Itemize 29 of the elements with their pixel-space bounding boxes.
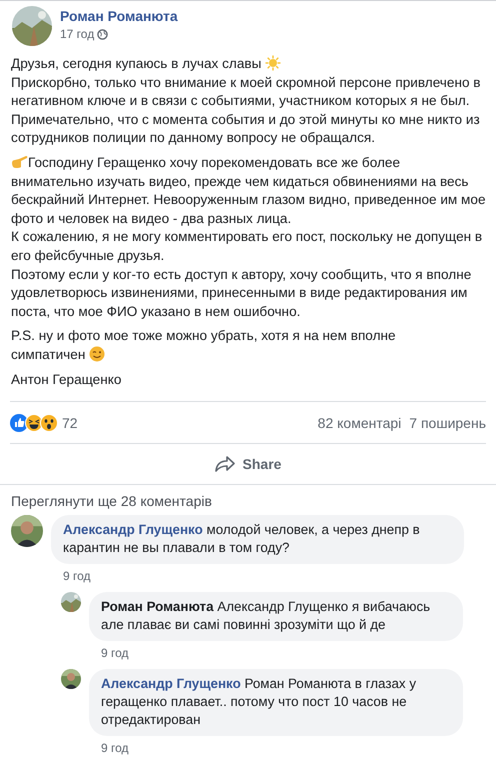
post-time: 17 год bbox=[60, 27, 94, 41]
comment-text: Александр Глущенко Роман Романюта в глазах у геращенко плавает.. потому что пост 10 часов не отредактирован bbox=[101, 675, 418, 730]
post-text: внимательно изучать видео, прежде чем кидаться обвинениями на весь бескрайний Интернет. Невооруженным глазом видно, приведенное им мое фото и человек на видео - два разных лица. bbox=[11, 174, 486, 226]
post-text: Друзья, сегодня купаюсь в лучах славы bbox=[11, 56, 262, 71]
more-comments-link[interactable]: Переглянути ще 28 коментарів bbox=[11, 493, 485, 510]
comment-time: 9 год bbox=[100, 740, 130, 756]
comment-time: 9 год bbox=[62, 568, 92, 584]
post-text: К сожалению, я не могу комментировать его пост, поскольку не допущен в его фейсбучные друзья. bbox=[11, 229, 482, 263]
sun-icon bbox=[265, 55, 282, 71]
pointing-hand-icon bbox=[11, 154, 28, 169]
post-author-link[interactable]: Роман Романюта bbox=[60, 8, 178, 24]
share-arrow-icon bbox=[214, 456, 235, 472]
post-text: Поэтому если у ког-то есть доступ к автору, хочу сообщить, что я вполне удовлетворюсь извинениями, принесенными в виде редактирования им поста, что мое ФИО указано в нем ошибочно. bbox=[11, 266, 472, 319]
shares-count-link[interactable]: 7 поширень bbox=[409, 414, 486, 431]
post-text: Примечательно, что с момента события и до этой минуты ко мне никто из сотрудников полиции по данному вопросу не обращался. bbox=[11, 112, 480, 146]
surprised-face-icon bbox=[40, 414, 58, 432]
comment-time: 9 год bbox=[100, 645, 130, 660]
comments-count-link[interactable]: 82 коментарі bbox=[318, 414, 402, 431]
post-text: Господину Геращенко хочу порекомендовать все же более bbox=[28, 154, 400, 170]
comment-text: Роман Романюта Александр Глущенко я вибачаюсь але плаває ви самі повинні зрозуміти що й де bbox=[101, 598, 432, 634]
post-text: Антон Геращенко bbox=[11, 372, 122, 386]
post-text: P.S. ну и фото мое тоже можно убрать, хотя я на нем вполне bbox=[11, 328, 396, 344]
comment-text: Александр Глущенко молодой человек, а через днепр в карантин не вы плавали в том году? bbox=[63, 521, 421, 558]
share-button[interactable]: Share bbox=[206, 452, 290, 476]
post-text: Прискорбно, только что внимание к моей скромной персоне привлечено в негативном ключе и в связи с событиями, участником которых я не был. bbox=[11, 74, 481, 108]
globe-icon bbox=[97, 28, 108, 40]
reaction-count[interactable]: 72 bbox=[62, 414, 78, 431]
winking-face-icon bbox=[89, 346, 106, 362]
post-text: симпатичен bbox=[11, 346, 86, 362]
